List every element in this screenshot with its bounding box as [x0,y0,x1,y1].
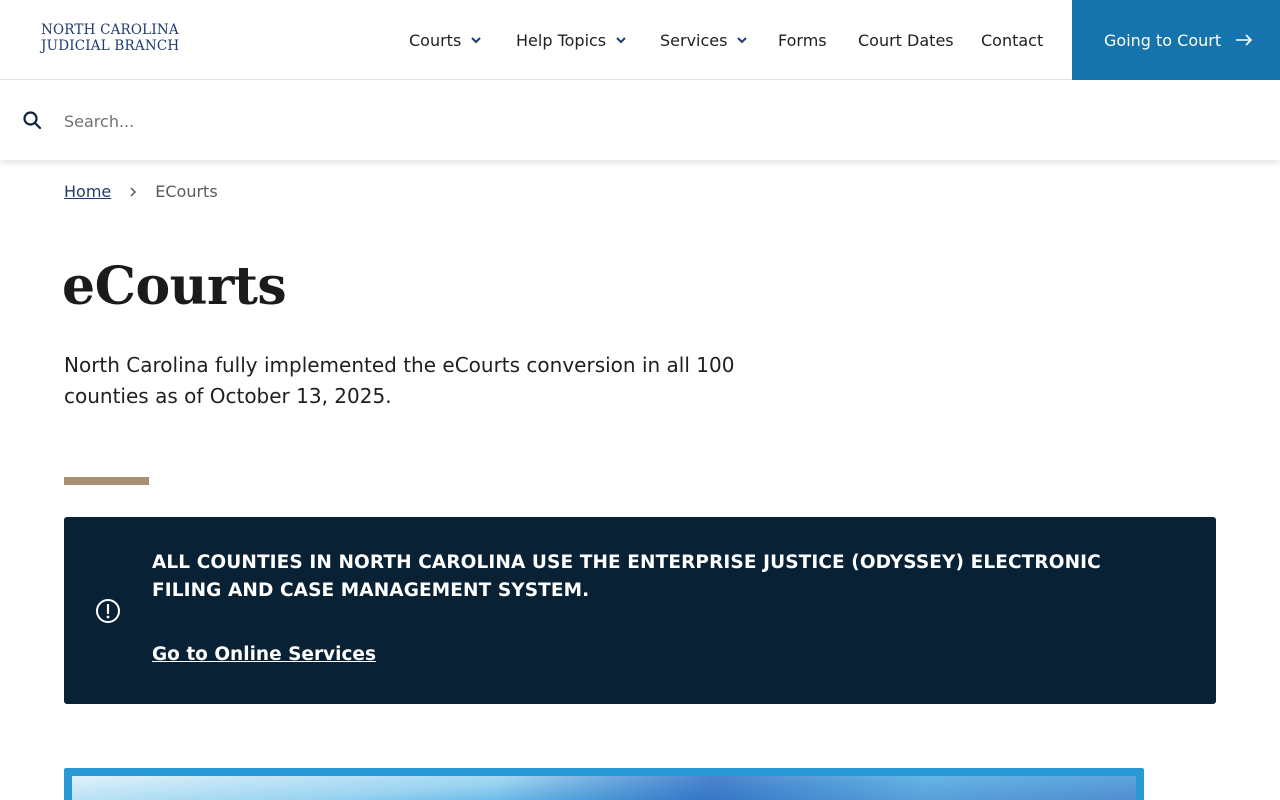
logo-line-1: NORTH CAROLINA [41,22,179,38]
nav-contact-label: Contact [981,30,1044,50]
chevron-down-icon [737,37,748,44]
hero-image-graphic [72,776,1136,800]
nav-courts[interactable]: Courts [409,0,483,80]
nav-forms-label: Forms [778,30,827,50]
alert-banner: All counties in North Carolina use the E… [64,517,1216,704]
logo-line-2: JUDICIAL BRANCH [41,38,180,54]
accent-divider [64,477,149,485]
nav-court-dates[interactable]: Court Dates [858,0,954,80]
nav-courts-label: Courts [409,30,462,50]
search-input[interactable] [56,103,1236,139]
search-icon[interactable] [22,110,42,130]
chevron-right-icon [130,186,137,197]
breadcrumb-current: ECourts [155,182,218,201]
chevron-down-icon [616,37,626,44]
nav-services[interactable]: Services [660,0,749,80]
nav-court-dates-label: Court Dates [858,30,954,50]
intro-text: North Carolina fully implemented the eCo… [64,353,735,408]
nav-services-label: Services [660,30,728,50]
arrow-right-icon [1236,34,1253,46]
site-logo[interactable]: NORTH CAROLINA JUDICIAL BRANCH [41,22,179,54]
nav-help-topics[interactable]: Help Topics [516,0,628,80]
hero-image [64,768,1144,800]
chevron-down-icon [471,37,482,44]
site-header: NORTH CAROLINA JUDICIAL BRANCH Courts He… [0,0,1280,80]
online-services-link[interactable]: Go to Online Services [152,644,376,665]
going-to-court-button[interactable]: Going to Court [1072,0,1280,80]
going-to-court-label: Going to Court [1104,30,1222,50]
breadcrumb: Home ECourts [64,182,218,201]
nav-contact[interactable]: Contact [981,0,1043,80]
alert-message: All counties in North Carolina use the E… [152,552,1101,601]
page-title: eCourts [62,256,287,317]
search-bar [0,81,1280,160]
alert-circle-icon [96,599,120,623]
nav-help-topics-label: Help Topics [516,30,607,50]
nav-forms[interactable]: Forms [778,0,827,80]
breadcrumb-home-link[interactable]: Home [64,182,111,201]
